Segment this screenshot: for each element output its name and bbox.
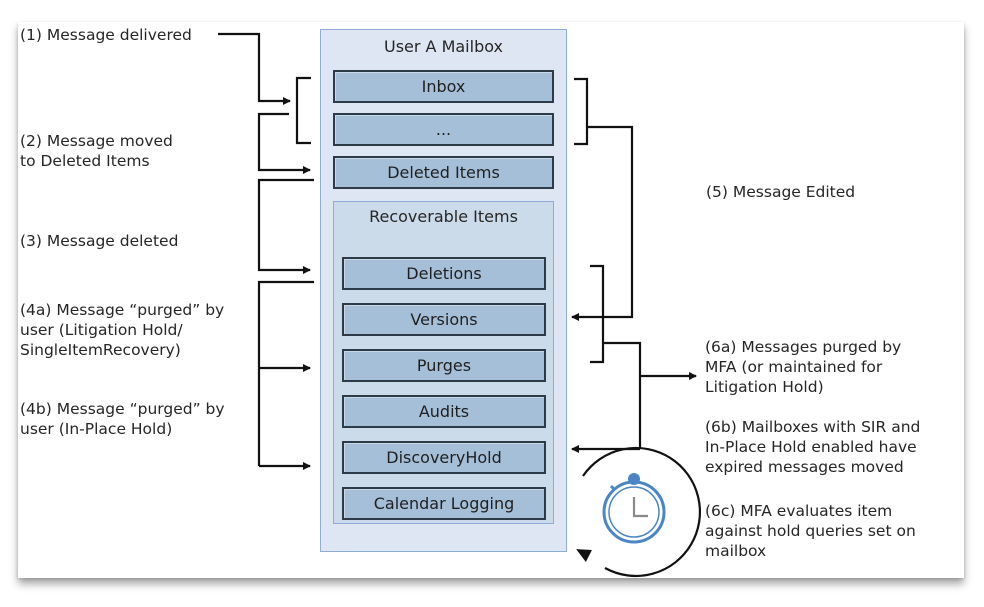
stopwatch-icon [602, 473, 666, 544]
bracket-inbox-right [574, 77, 589, 146]
arrow-step-4-branch [257, 280, 314, 466]
circular-arrow-icon [576, 446, 702, 578]
flow-connectors [218, 32, 702, 578]
bracket-inbox-left [295, 76, 311, 145]
arrow-step-1 [218, 32, 291, 105]
arrow-step-6-branch [603, 341, 642, 449]
bracket-deletions-purges [590, 264, 605, 364]
arrow-step-3 [257, 178, 314, 274]
